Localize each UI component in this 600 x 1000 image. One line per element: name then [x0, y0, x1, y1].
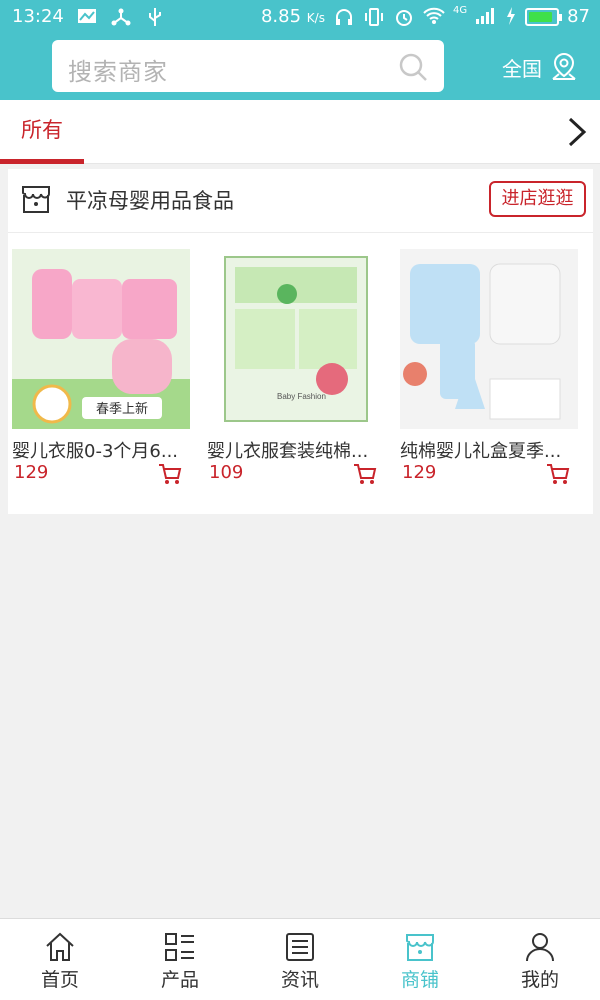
- headphones-icon: [333, 7, 355, 27]
- product-image[interactable]: [400, 249, 578, 429]
- nav-news-label: 资讯: [280, 969, 319, 991]
- store-name[interactable]: 平凉母婴用品食品: [66, 185, 234, 215]
- nav-stores-label: 商铺: [400, 969, 439, 991]
- user-icon: [526, 933, 554, 962]
- product-image[interactable]: Baby Fashion: [207, 249, 385, 429]
- nav-products-label: 产品: [160, 969, 199, 991]
- network-speed: 8.85 K/s: [260, 6, 325, 27]
- product-title[interactable]: 纯棉婴儿礼盒夏季...: [400, 437, 570, 463]
- product-card[interactable]: Baby Fashion 婴儿衣服套装纯棉... 109: [203, 249, 385, 499]
- region-label: 全国: [502, 56, 542, 81]
- nav-stores[interactable]: 商铺: [360, 919, 480, 1000]
- wifi-icon: [423, 7, 445, 27]
- product-price: 129: [14, 462, 49, 483]
- search-icon[interactable]: [398, 52, 428, 82]
- charging-icon: [505, 6, 517, 27]
- store-icon: [22, 186, 50, 213]
- product-price: 109: [209, 462, 244, 483]
- location-pin-icon: [552, 52, 576, 80]
- vibrate-icon: [363, 7, 385, 27]
- product-title[interactable]: 婴儿衣服套装纯棉...: [207, 437, 377, 463]
- battery-percent: 87: [567, 6, 590, 27]
- alarm-icon: [393, 7, 415, 27]
- search-bar[interactable]: 搜索商家: [52, 40, 444, 92]
- header: 搜索商家 全国: [0, 34, 600, 100]
- cart-icon[interactable]: [546, 463, 570, 485]
- product-card[interactable]: 春季上新 婴儿衣服0-3个月6... 129: [8, 249, 190, 499]
- battery-icon: [525, 7, 563, 26]
- product-card[interactable]: 纯棉婴儿礼盒夏季... 129: [396, 249, 578, 499]
- tab-all-label: 所有: [21, 118, 63, 142]
- bottom-nav: 首页 产品 资讯 商铺 我的: [0, 918, 600, 1000]
- visit-store-button[interactable]: 进店逛逛: [489, 181, 586, 217]
- home-icon: [46, 932, 74, 961]
- tab-all[interactable]: 所有: [0, 100, 84, 164]
- nav-products[interactable]: 产品: [120, 919, 240, 1000]
- nav-home-label: 首页: [40, 969, 79, 991]
- usb-icon: [144, 7, 166, 27]
- product-price: 129: [402, 462, 437, 483]
- product-badge: 春季上新: [96, 401, 148, 416]
- store-card: 平凉母婴用品食品 进店逛逛 春季上新 婴儿衣服0-3个月6... 129 Bab…: [8, 169, 593, 514]
- status-time: 13:24: [12, 6, 64, 27]
- network-type: 4G: [452, 5, 468, 16]
- chevron-right-icon[interactable]: [564, 116, 590, 148]
- news-icon: [286, 933, 314, 961]
- nav-profile-label: 我的: [520, 969, 559, 991]
- product-badge: Baby Fashion: [277, 392, 326, 401]
- product-image[interactable]: 春季上新: [12, 249, 190, 429]
- nav-profile[interactable]: 我的: [480, 919, 600, 1000]
- product-title[interactable]: 婴儿衣服0-3个月6...: [12, 437, 182, 463]
- search-input[interactable]: 搜索商家: [68, 52, 168, 87]
- tab-active-indicator: [0, 159, 84, 164]
- nav-news[interactable]: 资讯: [240, 919, 360, 1000]
- nav-home[interactable]: 首页: [0, 919, 120, 1000]
- cart-icon[interactable]: [353, 463, 377, 485]
- status-bar: 13:24 8.85 K/s 4G 87: [0, 0, 600, 34]
- product-list: 春季上新 婴儿衣服0-3个月6... 129 Baby Fashion 婴儿衣服…: [8, 249, 593, 499]
- product-list-icon: [165, 933, 194, 961]
- category-tabs: 所有: [0, 100, 600, 164]
- cart-icon[interactable]: [158, 463, 182, 485]
- store-header: 平凉母婴用品食品 进店逛逛: [8, 169, 593, 233]
- signal-icon: [475, 7, 497, 27]
- share-icon: [110, 7, 132, 27]
- store-icon: [406, 934, 434, 961]
- region-selector[interactable]: 全国: [502, 50, 578, 84]
- message-icon: [76, 7, 98, 27]
